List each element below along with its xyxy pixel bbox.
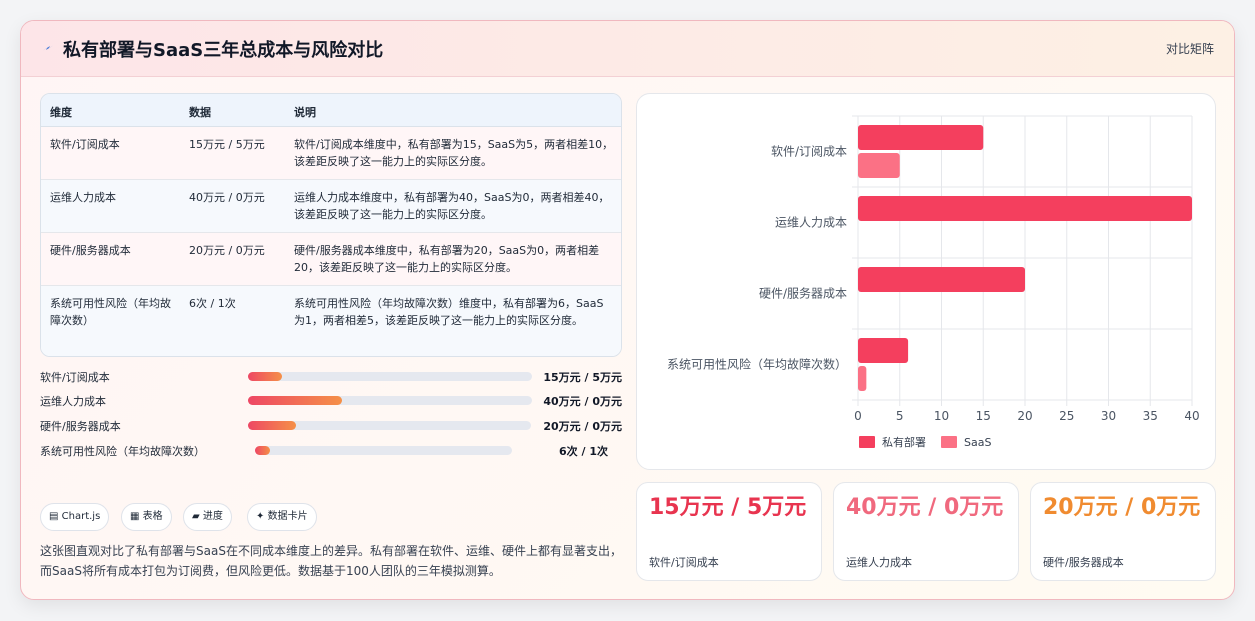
dashboard-card: 私有部署与SaaS三年总成本与风险对比 对比矩阵 维度 数据 说明 软件/订阅成…	[20, 20, 1235, 600]
x-tick-label: 10	[934, 409, 949, 423]
stat-card: 15万元 / 5万元 软件/订阅成本	[636, 482, 822, 581]
progress-track	[248, 396, 532, 405]
progress-label: 软件/订阅成本	[40, 371, 110, 384]
stat-value: 20万元 / 0万元	[1043, 495, 1201, 520]
tag-label: Chart.js	[61, 511, 101, 522]
comparison-table: 维度 数据 说明 软件/订阅成本 15万元 / 5万元 软件/订阅成本维度中，私…	[40, 93, 622, 357]
progress-fill	[255, 446, 271, 455]
x-tick-label: 30	[1101, 409, 1116, 423]
progress-value: 15万元 / 5万元	[543, 371, 622, 384]
legend-swatch	[859, 436, 875, 448]
progress-track	[248, 421, 531, 430]
row-data: 15万元 / 5万元	[189, 138, 265, 151]
progress-fill	[248, 372, 283, 381]
row-data: 6次 / 1次	[189, 297, 236, 310]
chart-icon: ▤	[49, 511, 59, 522]
tag-label: 进度	[202, 511, 223, 522]
x-tick-label: 40	[1184, 409, 1199, 423]
progress-fill	[248, 421, 297, 430]
x-tick-label: 25	[1059, 409, 1074, 423]
tag-table[interactable]: ▦ 表格	[121, 503, 172, 531]
stat-value: 40万元 / 0万元	[846, 495, 1004, 520]
table-icon: ▦	[130, 511, 140, 522]
progress-label: 系统可用性风险（年均故障次数）	[40, 445, 205, 458]
stat-card: 20万元 / 0万元 硬件/服务器成本	[1030, 482, 1216, 581]
chart-description: 这张图直观对比了私有部署与SaaS在不同成本维度上的差异。私有部署在软件、运维、…	[40, 544, 622, 578]
row-data: 40万元 / 0万元	[189, 191, 265, 204]
stat-label: 硬件/服务器成本	[1043, 556, 1124, 569]
sparkle-icon	[42, 45, 54, 51]
tag-label: 表格	[142, 511, 163, 522]
row-note: 系统可用性风险（年均故障次数）维度中，私有部署为6，SaaS为1，两者相差5，该…	[294, 297, 604, 327]
legend-label: 私有部署	[882, 435, 926, 449]
bar-private	[858, 338, 909, 363]
stat-label: 软件/订阅成本	[649, 556, 719, 569]
stat-label: 运维人力成本	[846, 556, 912, 569]
progress-value: 40万元 / 0万元	[543, 395, 622, 408]
chart-panel: 0 5 10 15 20 25 30 35 40 软件/订阅成本 运维人力成本硬件/服务器成本系统可…	[636, 93, 1216, 470]
table-header: 维度 数据 说明	[41, 94, 621, 127]
y-category-label: 软件/订阅成本	[771, 145, 847, 159]
bar-private	[858, 125, 984, 150]
progress-label: 硬件/服务器成本	[40, 420, 121, 433]
y-category-label: 硬件/服务器成本	[759, 286, 847, 301]
row-note: 软件/订阅成本维度中，私有部署为15，SaaS为5，两者相差10，该差距反映了这…	[294, 138, 614, 168]
row-dimension: 系统可用性风险（年均故障次数）	[50, 297, 171, 327]
stat-value: 15万元 / 5万元	[649, 495, 807, 520]
y-category-label: 系统可用性风险（年均故障次数）	[667, 357, 847, 372]
progress-row: 运维人力成本 40万元 / 0万元	[40, 390, 622, 410]
tag-data-card[interactable]: ✦ 数据卡片	[247, 503, 317, 531]
column-header-note: 说明	[294, 106, 316, 119]
x-tick-label: 35	[1143, 409, 1158, 423]
x-tick-label: 0	[854, 409, 862, 423]
page-title: 私有部署与SaaS三年总成本与风险对比	[63, 40, 384, 61]
legend-label: SaaS	[964, 436, 991, 449]
progress-row: 软件/订阅成本 15万元 / 5万元	[40, 366, 622, 386]
stat-card: 40万元 / 0万元 运维人力成本	[833, 482, 1019, 581]
x-tick-label: 15	[976, 409, 991, 423]
progress-label: 运维人力成本	[40, 395, 106, 408]
progress-row: 硬件/服务器成本 20万元 / 0万元	[40, 415, 622, 435]
row-note: 运维人力成本维度中，私有部署为40，SaaS为0，两者相差40，该差距反映了这一…	[294, 191, 610, 221]
table-row: 运维人力成本 40万元 / 0万元 运维人力成本维度中，私有部署为40，SaaS…	[41, 180, 621, 233]
legend-swatch	[941, 436, 957, 448]
progress-value: 6次 / 1次	[559, 445, 608, 458]
column-header-dimension: 维度	[50, 106, 72, 119]
table-row: 软件/订阅成本 15万元 / 5万元 软件/订阅成本维度中，私有部署为15，Sa…	[41, 127, 621, 180]
progress-track	[255, 446, 512, 455]
row-note: 硬件/服务器成本维度中，私有部署为20，SaaS为0，两者相差20，该差距反映了…	[294, 244, 600, 274]
progress-fill	[248, 396, 342, 405]
progress-row: 系统可用性风险（年均故障次数） 6次 / 1次	[40, 440, 622, 460]
row-data: 20万元 / 0万元	[189, 244, 265, 257]
row-dimension: 硬件/服务器成本	[50, 244, 131, 257]
bar-private	[858, 196, 1192, 221]
row-dimension: 运维人力成本	[50, 191, 116, 204]
folder-icon: ▰	[192, 511, 200, 522]
progress-value: 20万元 / 0万元	[543, 420, 622, 433]
tag-label: 数据卡片	[267, 511, 308, 522]
x-tick-label: 20	[1017, 409, 1032, 423]
table-row: 硬件/服务器成本 20万元 / 0万元 硬件/服务器成本维度中，私有部署为20，…	[41, 233, 621, 286]
view-badge[interactable]: 对比矩阵	[1166, 40, 1214, 57]
bar-saas	[858, 366, 867, 391]
table-row: 系统可用性风险（年均故障次数） 6次 / 1次 系统可用性风险（年均故障次数）维…	[41, 286, 621, 356]
row-dimension: 软件/订阅成本	[50, 138, 120, 151]
tag-chartjs[interactable]: ▤ Chart.js	[40, 503, 110, 531]
y-category-label: 运维人力成本	[775, 216, 847, 230]
bar-chart: 0 5 10 15 20 25 30 35 40 软件/订阅成本运维人力成本硬件/服务器成本系统可…	[667, 115, 1200, 449]
card-header: 私有部署与SaaS三年总成本与风险对比 对比矩阵	[21, 21, 1234, 77]
sparkle-icon: ✦	[256, 511, 265, 522]
bar-private	[858, 267, 1025, 292]
x-tick-label: 5	[896, 409, 904, 423]
progress-track	[248, 372, 532, 381]
bar-saas	[858, 153, 900, 178]
tag-progress[interactable]: ▰ 进度	[183, 503, 232, 531]
column-header-data: 数据	[189, 106, 211, 119]
